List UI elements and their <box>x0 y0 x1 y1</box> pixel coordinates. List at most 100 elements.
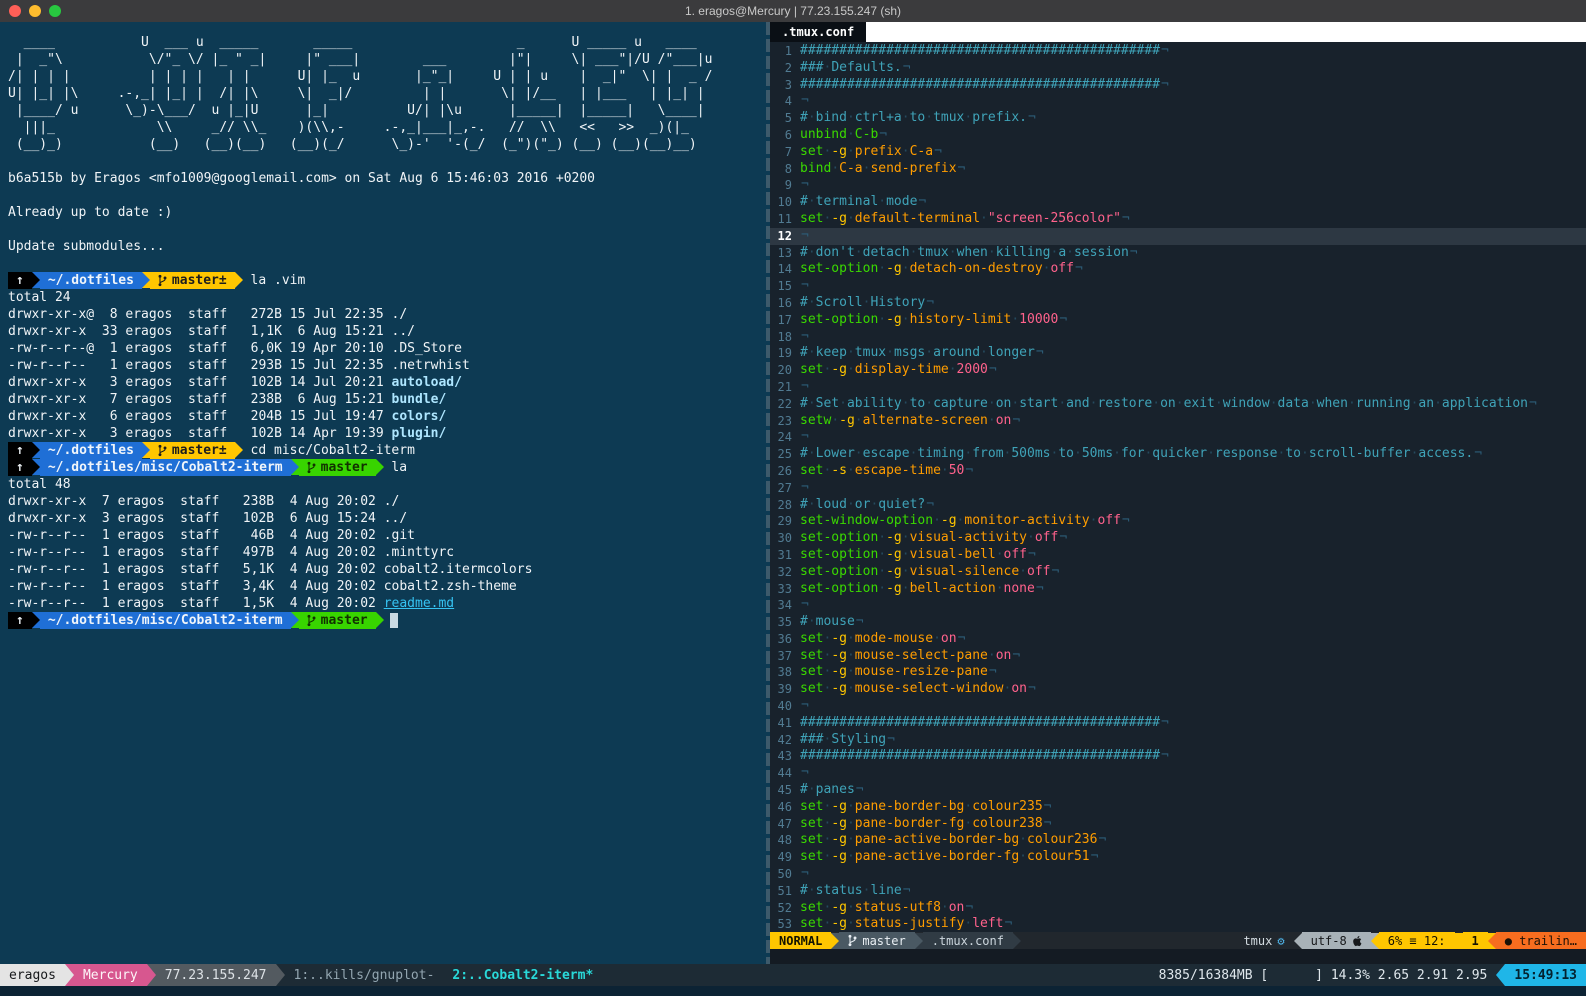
terminal-line: -rw-r--r-- 1 eragos staff 293B 15 Jul 22… <box>8 357 766 374</box>
space-dot: · <box>1051 446 1059 461</box>
eol-marker: ¬ <box>1011 413 1020 428</box>
shell-pane[interactable]: ____ U ___ u _____ _____ _ U _____ u ___… <box>0 22 766 964</box>
vim-line[interactable]: 25#·Lower·escape·timing·from·500ms·to·50… <box>770 446 1586 463</box>
terminal-line: total 24 <box>8 289 766 306</box>
minimize-button[interactable] <box>29 5 41 17</box>
vim-line[interactable]: 5#·bind·ctrl+a·to·tmux·prefix.¬ <box>770 110 1586 127</box>
line-number: 40 <box>770 698 800 715</box>
line-number: 1 <box>770 43 800 60</box>
space-dot: · <box>941 900 949 915</box>
vim-line[interactable]: 4¬ <box>770 93 1586 110</box>
vim-line[interactable]: 22#·Set·ability·to·capture·on·start·and·… <box>770 396 1586 413</box>
vim-buffer: 1#######################################… <box>770 42 1586 932</box>
vim-line[interactable]: 31set-option·-g·visual-bell·off¬ <box>770 547 1586 564</box>
tmux-window-2-active[interactable]: 2:..Cobalt2-iterm* <box>443 964 602 986</box>
vim-line[interactable]: 44¬ <box>770 765 1586 782</box>
line-number: 7 <box>770 144 800 161</box>
vim-line[interactable]: 33set-option·-g·bell-action·none¬ <box>770 581 1586 598</box>
vim-line[interactable]: 45#·panes¬ <box>770 782 1586 799</box>
powerline-separator <box>32 442 40 458</box>
tmux-window-1[interactable]: 1:..kills/gnuplot- <box>285 964 444 986</box>
powerline-separator <box>235 442 243 458</box>
powerline-separator <box>32 612 40 628</box>
terminal-text: -rw-r--r-- 1 eragos staff 1,5K 4 Aug 20:… <box>8 596 384 611</box>
vim-line[interactable]: 2###·Defaults.¬ <box>770 60 1586 77</box>
vim-line[interactable]: 24¬ <box>770 429 1586 446</box>
space-dot: · <box>863 883 871 898</box>
vim-line[interactable]: 46set·-g·pane-border-bg·colour235¬ <box>770 799 1586 816</box>
vim-line[interactable]: 43######################################… <box>770 748 1586 765</box>
vim-line[interactable]: 35#·mouse¬ <box>770 614 1586 631</box>
eol-marker: ¬ <box>925 295 934 310</box>
space-dot: · <box>1411 396 1419 411</box>
tmux-workspace: ____ U ___ u _____ _____ _ U _____ u ___… <box>0 22 1586 964</box>
vim-line[interactable]: 15¬ <box>770 278 1586 295</box>
space-dot: · <box>808 245 816 260</box>
close-button[interactable] <box>9 5 21 17</box>
powerline-separator <box>65 964 74 986</box>
readme-md-link[interactable]: readme.md <box>384 596 454 611</box>
terminal-line: drwxr-xr-x 33 eragos staff 1,1K 6 Aug 15… <box>8 323 766 340</box>
vim-line[interactable]: 37set·-g·mouse-select-pane·on¬ <box>770 648 1586 665</box>
vim-line[interactable]: 28#·loud·or·quiet?¬ <box>770 497 1586 514</box>
vim-statusline: NORMALmaster.tmux.conftmux⚙utf-86% ≡ 12:… <box>770 932 1586 949</box>
terminal-text: Update submodules... <box>8 239 165 254</box>
space-dot: · <box>1066 245 1074 260</box>
vim-line[interactable]: 1#######################################… <box>770 43 1586 60</box>
eol-marker: ¬ <box>1121 211 1130 226</box>
eol-marker: ¬ <box>800 765 809 780</box>
vim-line[interactable]: 13#·don't·detach·tmux·when·killing·a·ses… <box>770 245 1586 262</box>
terminal-text: drwxr-xr-x 3 eragos staff 102B 14 Apr 19… <box>8 426 392 441</box>
vim-pane[interactable]: .tmux.conf 1############################… <box>770 22 1586 964</box>
line-number: 52 <box>770 900 800 917</box>
vim-line[interactable]: 41######################################… <box>770 715 1586 732</box>
terminal-line: -rw-r--r--@ 1 eragos staff 6,0K 19 Apr 2… <box>8 340 766 357</box>
vim-line[interactable]: 36set·-g·mode-mouse·on¬ <box>770 631 1586 648</box>
vim-line[interactable]: 18¬ <box>770 329 1586 346</box>
vim-line[interactable]: 39set·-g·mouse-select-window·on¬ <box>770 681 1586 698</box>
vim-tab-label[interactable]: .tmux.conf <box>770 22 866 42</box>
vim-line[interactable]: 8bind·C-a·send-prefix¬ <box>770 161 1586 178</box>
vim-line[interactable]: 14set-option·-g·detach-on-destroy·off¬ <box>770 261 1586 278</box>
vim-line[interactable]: 51#·status·line¬ <box>770 883 1586 900</box>
vim-line[interactable]: 20set·-g·display-time·2000¬ <box>770 362 1586 379</box>
vim-line[interactable]: 16#·Scroll·History¬ <box>770 295 1586 312</box>
eol-marker: ¬ <box>1043 799 1052 814</box>
vim-line[interactable]: 27¬ <box>770 480 1586 497</box>
eol-marker: ¬ <box>800 177 809 192</box>
line-number: 41 <box>770 715 800 732</box>
terminal-text: bundle/ <box>392 392 447 407</box>
vim-line[interactable]: 38set·-g·mouse-resize-pane¬ <box>770 664 1586 681</box>
vim-line[interactable]: 47set·-g·pane-border-fg·colour238¬ <box>770 816 1586 833</box>
vim-line[interactable]: 26set·-s·escape-time·50¬ <box>770 463 1586 480</box>
vim-line[interactable]: 50¬ <box>770 866 1586 883</box>
vim-line[interactable]: 12¬ <box>770 228 1586 245</box>
vim-line[interactable]: 30set-option·-g·visual-activity·off¬ <box>770 530 1586 547</box>
vim-line[interactable]: 3#######################################… <box>770 77 1586 94</box>
vim-line[interactable]: 40¬ <box>770 698 1586 715</box>
vim-line[interactable]: 23setw·-g·alternate-screen·on¬ <box>770 413 1586 430</box>
vim-line[interactable]: 17set-option·-g·history-limit·10000¬ <box>770 312 1586 329</box>
vim-line[interactable]: 29set-window-option·-g·monitor-activity·… <box>770 513 1586 530</box>
vim-line[interactable]: 48set·-g·pane-active-border-bg·colour236… <box>770 832 1586 849</box>
shell-prompt: ↑~/.dotfiles/misc/Cobalt2-itermmaster <box>8 612 766 629</box>
vim-line[interactable]: 42###·Styling¬ <box>770 732 1586 749</box>
space-dot: · <box>1270 396 1278 411</box>
vim-line[interactable]: 53set·-g·status-justify·left¬ <box>770 916 1586 932</box>
line-number: 35 <box>770 614 800 631</box>
zoom-button[interactable] <box>49 5 61 17</box>
vim-line[interactable]: 19#·keep·tmux·msgs·around·longer¬ <box>770 345 1586 362</box>
vim-line[interactable]: 52set·-g·status-utf8·on¬ <box>770 900 1586 917</box>
vim-line[interactable]: 21¬ <box>770 379 1586 396</box>
vim-line[interactable]: 34¬ <box>770 597 1586 614</box>
vim-line[interactable]: 11set·-g·default-terminal·"screen-256col… <box>770 211 1586 228</box>
vim-line[interactable]: 9¬ <box>770 177 1586 194</box>
vim-line[interactable]: 7set·-g·prefix·C-a¬ <box>770 144 1586 161</box>
space-dot: · <box>1411 446 1419 461</box>
encoding-segment: utf-8 <box>1302 932 1371 949</box>
vim-line[interactable]: 32set-option·-g·visual-silence·off¬ <box>770 564 1586 581</box>
vim-line[interactable]: 49set·-g·pane-active-border-fg·colour51¬ <box>770 849 1586 866</box>
vim-line[interactable]: 6unbind·C-b¬ <box>770 127 1586 144</box>
vim-line[interactable]: 10#·terminal·mode¬ <box>770 194 1586 211</box>
space-dot: · <box>910 446 918 461</box>
